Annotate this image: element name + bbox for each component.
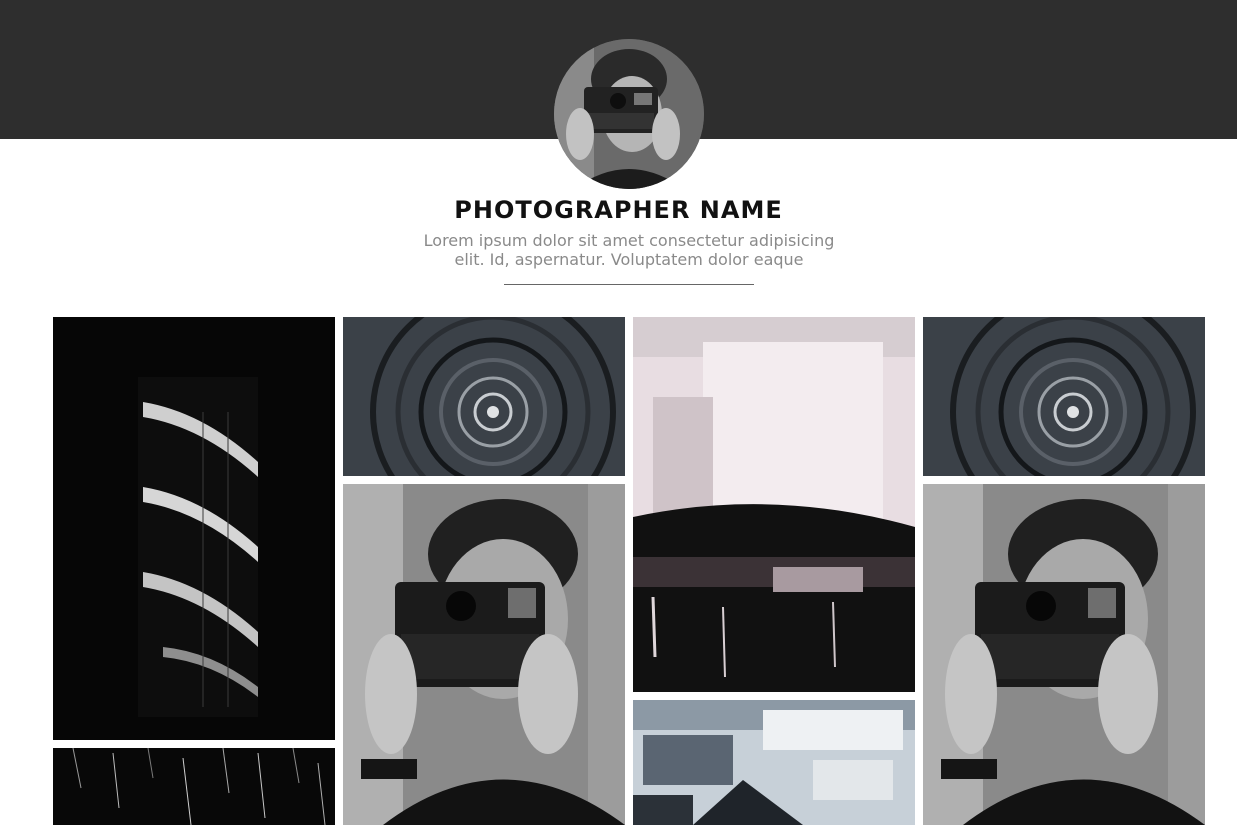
photographer-name: PHOTOGRAPHER NAME	[454, 196, 783, 224]
avatar-image	[554, 39, 704, 189]
gallery-image-staircase[interactable]	[53, 317, 335, 740]
gallery-image-polaroid-person[interactable]	[343, 484, 625, 825]
gallery-image-star-trails[interactable]	[53, 748, 335, 825]
gallery-image-fractal-2[interactable]	[923, 317, 1205, 476]
avatar	[554, 39, 704, 189]
gallery-image-polaroid-person-2[interactable]	[923, 484, 1205, 825]
photographer-bio: Lorem ipsum dolor sit amet consectetur a…	[423, 231, 835, 269]
gallery-image-abstract-paint[interactable]	[633, 317, 915, 692]
gallery-image-fractal[interactable]	[343, 317, 625, 476]
gallery-image-abstract-paint-blue[interactable]	[633, 700, 915, 825]
divider	[504, 284, 754, 285]
